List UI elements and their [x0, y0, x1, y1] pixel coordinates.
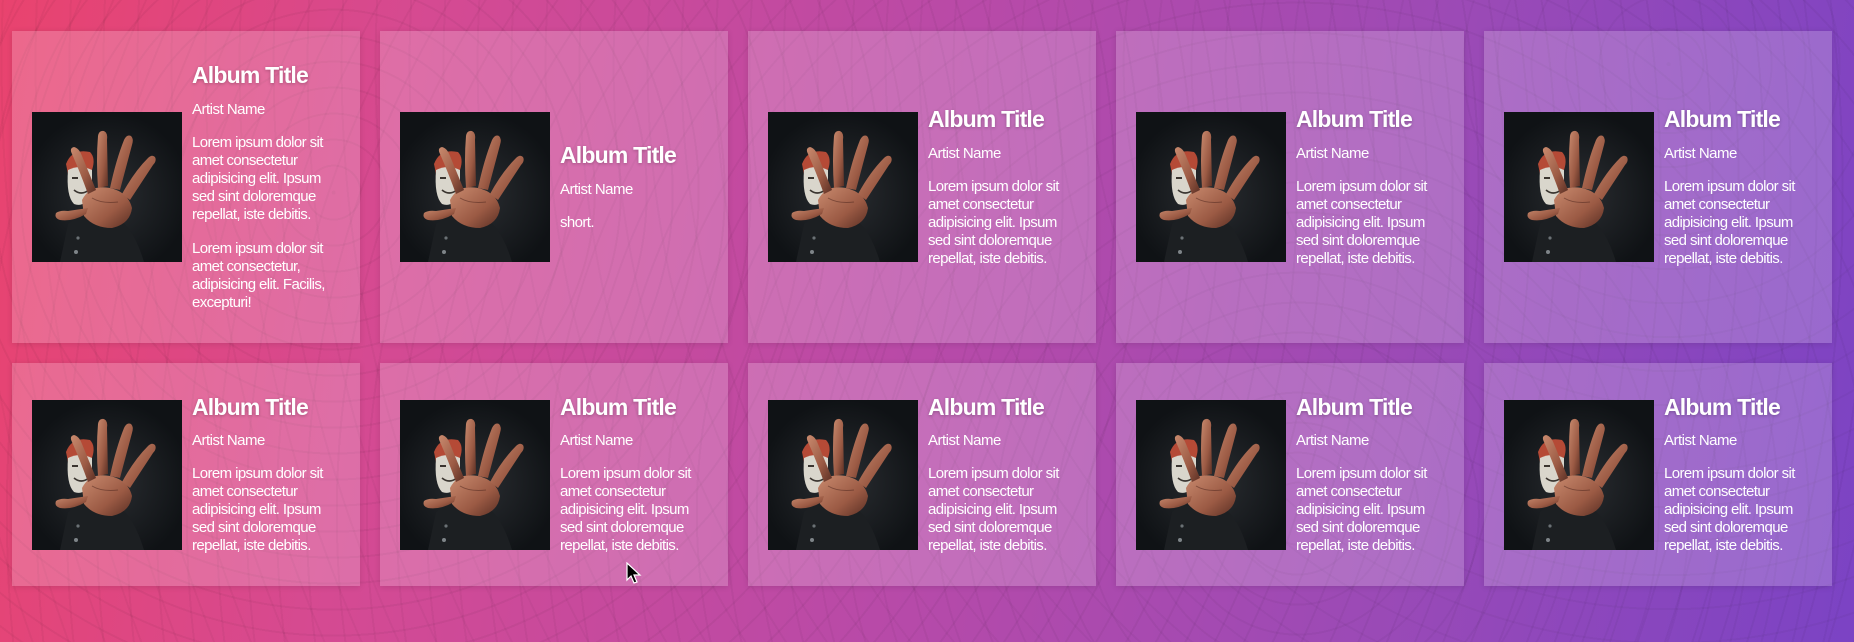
album-cover-image [32, 399, 182, 550]
album-description: Lorem ipsum dolor sit amet consectetur a… [1296, 177, 1427, 267]
album-cover-image [1504, 112, 1654, 262]
album-title: Album Title [192, 62, 309, 89]
album-card[interactable]: Album Title Artist Name Lorem ipsum dolo… [748, 31, 1096, 343]
album-card[interactable]: Album Title Artist Name Lorem ipsum dolo… [380, 363, 728, 586]
artist-name: Artist Name [1664, 432, 1737, 450]
album-card[interactable]: Album Title Artist Name short. [380, 31, 728, 343]
album-description: Lorem ipsum dolor sit amet consectetur a… [192, 465, 323, 555]
album-info: Album Title Artist Name Lorem ipsum dolo… [1296, 394, 1450, 555]
artist-name: Artist Name [1296, 432, 1369, 450]
mouse-pointer-icon [626, 562, 642, 584]
album-cover-image [768, 112, 918, 262]
album-card[interactable]: Album Title Artist Name Lorem ipsum dolo… [12, 363, 360, 586]
album-grid: Album Title Artist Name Lorem ipsum dolo… [12, 31, 1832, 586]
album-info: Album Title Artist Name Lorem ipsum dolo… [1664, 394, 1818, 555]
album-info: Album Title Artist Name Lorem ipsum dolo… [1664, 106, 1818, 267]
album-card[interactable]: Album Title Artist Name Lorem ipsum dolo… [1484, 31, 1832, 343]
album-description: Lorem ipsum dolor sit amet consectetur a… [928, 465, 1059, 555]
album-card[interactable]: Album Title Artist Name Lorem ipsum dolo… [12, 31, 360, 343]
artist-name: Artist Name [928, 432, 1001, 450]
artist-name: Artist Name [928, 144, 1001, 162]
album-description: short. [560, 213, 595, 231]
artist-name: Artist Name [192, 100, 265, 118]
album-info: Album Title Artist Name Lorem ipsum dolo… [928, 394, 1082, 555]
album-info: Album Title Artist Name Lorem ipsum dolo… [192, 394, 346, 555]
album-info: Album Title Artist Name Lorem ipsum dolo… [560, 394, 714, 555]
album-cover-image [1504, 399, 1654, 550]
album-cover-image [400, 112, 550, 262]
album-card[interactable]: Album Title Artist Name Lorem ipsum dolo… [1116, 31, 1464, 343]
artist-name: Artist Name [1664, 144, 1737, 162]
album-description: Lorem ipsum dolor sit amet consectetur a… [1664, 177, 1795, 267]
album-description: Lorem ipsum dolor sit amet consectetur, … [192, 239, 325, 311]
album-card[interactable]: Album Title Artist Name Lorem ipsum dolo… [748, 363, 1096, 586]
album-info: Album Title Artist Name Lorem ipsum dolo… [192, 62, 346, 311]
album-card[interactable]: Album Title Artist Name Lorem ipsum dolo… [1484, 363, 1832, 586]
album-info: Album Title Artist Name short. [560, 142, 714, 231]
album-title: Album Title [560, 393, 677, 420]
album-cover-image [1136, 112, 1286, 262]
album-description: Lorem ipsum dolor sit amet consectetur a… [560, 465, 691, 555]
album-info: Album Title Artist Name Lorem ipsum dolo… [928, 106, 1082, 267]
album-title: Album Title [1296, 106, 1413, 133]
album-description: Lorem ipsum dolor sit amet consectetur a… [192, 133, 323, 223]
album-title: Album Title [1664, 393, 1781, 420]
album-card[interactable]: Album Title Artist Name Lorem ipsum dolo… [1116, 363, 1464, 586]
album-description: Lorem ipsum dolor sit amet consectetur a… [928, 177, 1059, 267]
album-title: Album Title [192, 393, 309, 420]
artist-name: Artist Name [1296, 144, 1369, 162]
album-description: Lorem ipsum dolor sit amet consectetur a… [1664, 465, 1795, 555]
album-cover-image [32, 112, 182, 262]
album-title: Album Title [928, 106, 1045, 133]
album-title: Album Title [1664, 106, 1781, 133]
album-title: Album Title [928, 393, 1045, 420]
album-title: Album Title [560, 142, 677, 169]
album-cover-image [768, 399, 918, 550]
album-cover-image [400, 399, 550, 550]
album-info: Album Title Artist Name Lorem ipsum dolo… [1296, 106, 1450, 267]
album-cover-image [1136, 399, 1286, 550]
album-title: Album Title [1296, 393, 1413, 420]
artist-name: Artist Name [560, 180, 633, 198]
artist-name: Artist Name [560, 432, 633, 450]
album-description: Lorem ipsum dolor sit amet consectetur a… [1296, 465, 1427, 555]
artist-name: Artist Name [192, 432, 265, 450]
